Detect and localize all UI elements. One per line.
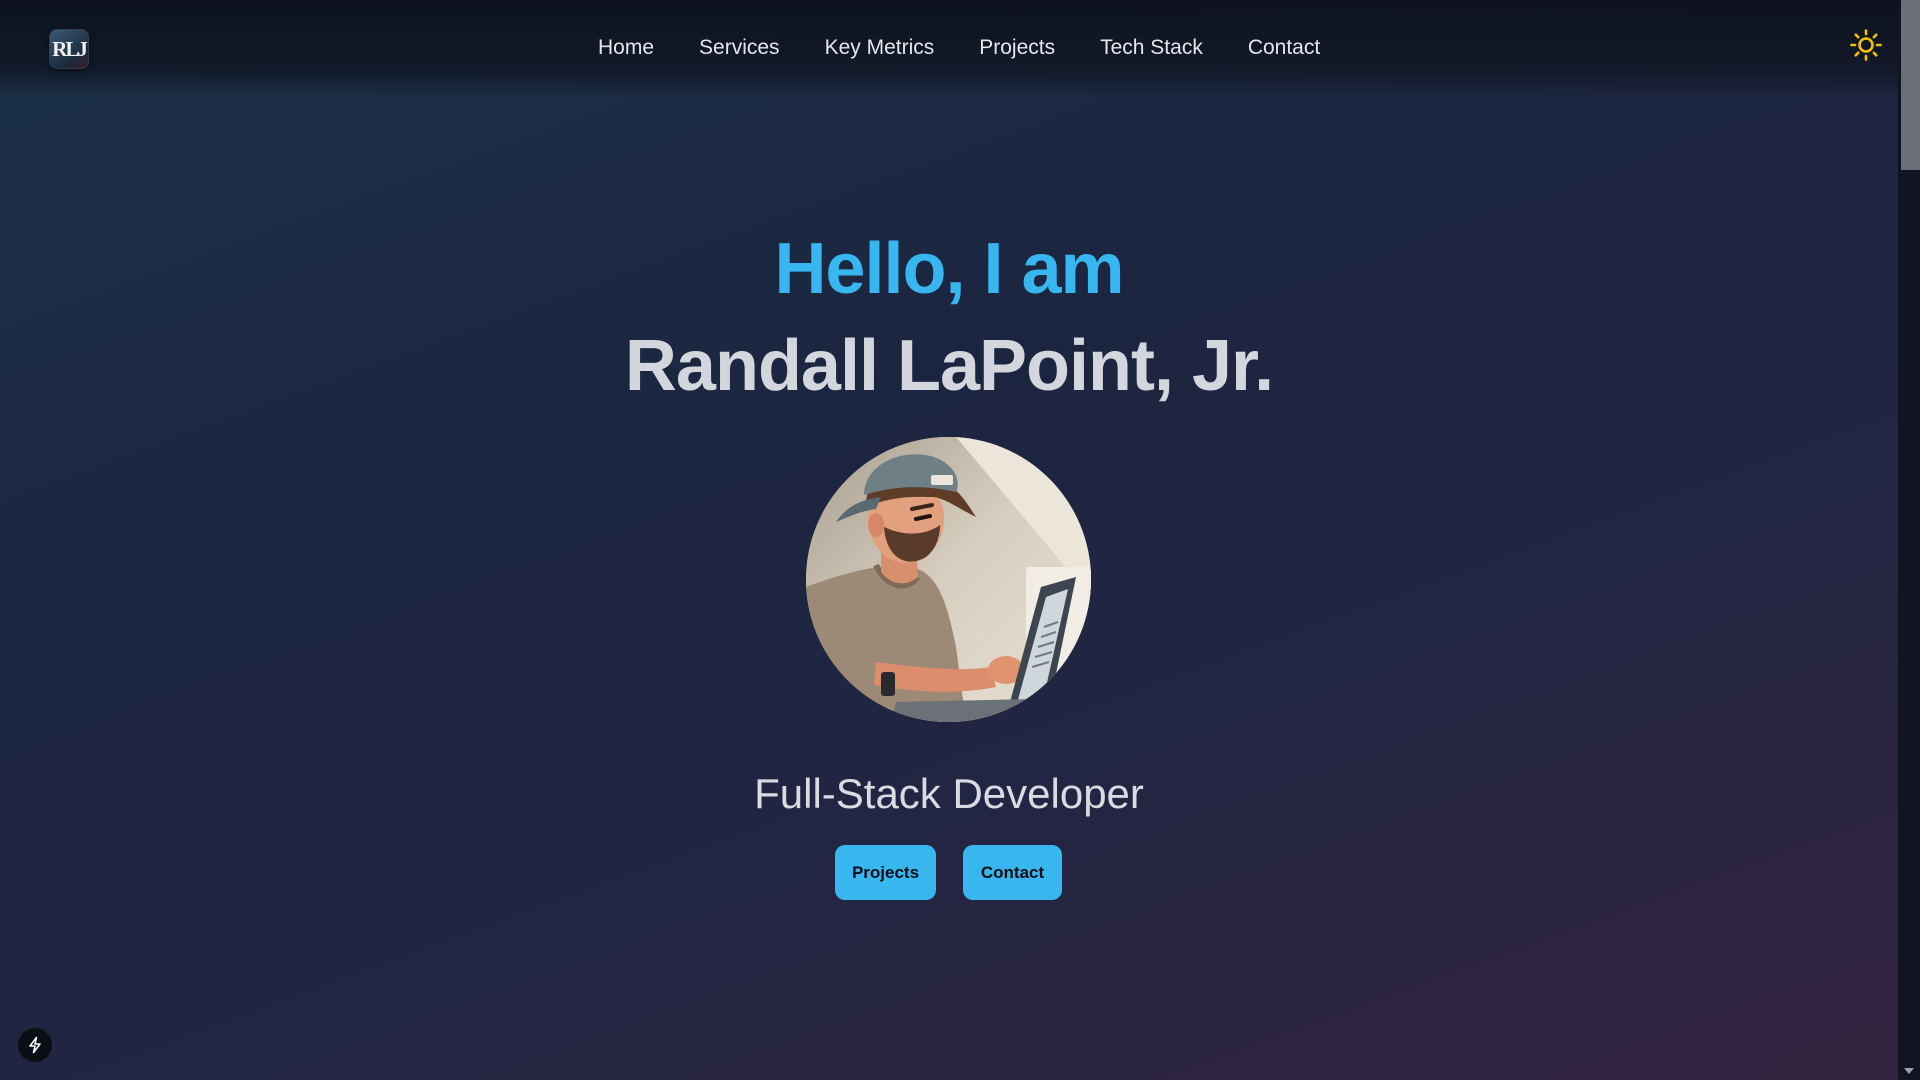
hero-role: Full-Stack Developer <box>754 770 1144 817</box>
nav-home[interactable]: Home <box>598 36 654 60</box>
site-logo[interactable]: RLJ <box>50 30 88 68</box>
top-navbar: RLJ Home Services Key Metrics Projects T… <box>0 0 1898 98</box>
hero-greeting: Hello, I am <box>774 229 1124 309</box>
profile-avatar <box>806 437 1091 722</box>
developer-illustration <box>806 437 1091 722</box>
dev-tools-button[interactable] <box>18 1028 52 1062</box>
hero-actions: Projects Contact <box>835 845 1062 900</box>
main-navigation: Home Services Key Metrics Projects Tech … <box>598 36 1320 60</box>
nav-key-metrics[interactable]: Key Metrics <box>825 36 935 60</box>
scrollbar-thumb[interactable] <box>1901 0 1920 170</box>
scroll-down-arrow-icon[interactable] <box>1904 1068 1914 1074</box>
nav-contact[interactable]: Contact <box>1248 36 1320 60</box>
page-scrollbar[interactable] <box>1898 0 1920 1080</box>
hero-name: Randall LaPoint, Jr. <box>624 326 1274 406</box>
sun-icon <box>1850 29 1882 61</box>
lightning-bolt-icon <box>29 1036 41 1054</box>
nav-services[interactable]: Services <box>699 36 780 60</box>
theme-toggle-button[interactable] <box>1849 28 1883 62</box>
nav-projects[interactable]: Projects <box>979 36 1055 60</box>
contact-button[interactable]: Contact <box>963 845 1062 900</box>
projects-button[interactable]: Projects <box>835 845 936 900</box>
logo-text: RLJ <box>52 36 88 61</box>
nav-tech-stack[interactable]: Tech Stack <box>1100 36 1203 60</box>
